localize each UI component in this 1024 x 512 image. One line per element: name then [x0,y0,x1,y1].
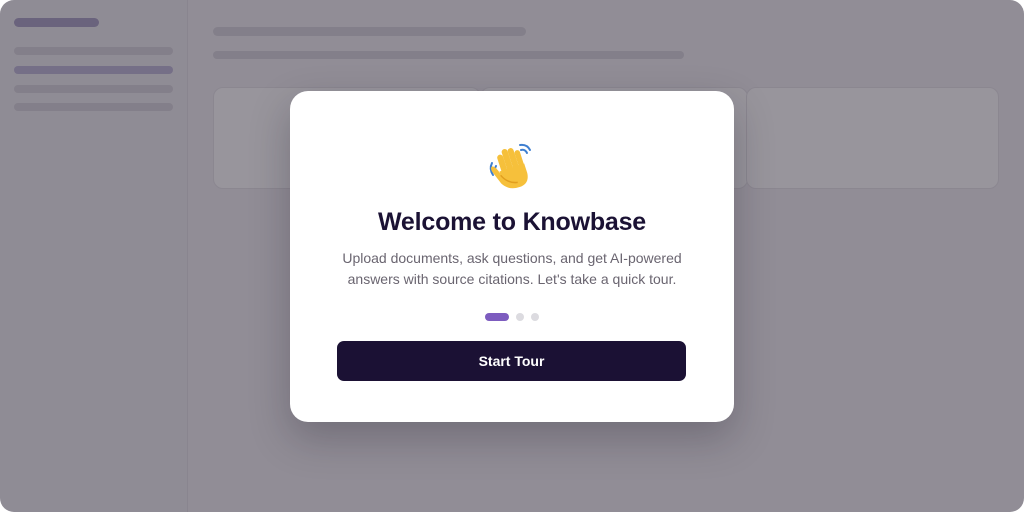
modal-title: Welcome to Knowbase [377,208,646,236]
welcome-modal: Welcome to Knowbase Upload documents, as… [290,91,734,422]
app-window: Welcome to Knowbase Upload documents, as… [0,0,1024,512]
modal-description-line: answers with source citations. Let's tak… [347,271,677,287]
step-indicator [290,312,734,322]
modal-description: Upload documents, ask questions, and get… [330,248,694,290]
step-dot-active [485,313,509,321]
modal-description-line: Upload documents, ask questions, and get… [342,250,682,266]
waving-hand-icon [290,141,734,202]
step-dot [516,313,524,321]
step-dot [531,313,539,321]
start-tour-button[interactable]: Start Tour [337,341,686,381]
